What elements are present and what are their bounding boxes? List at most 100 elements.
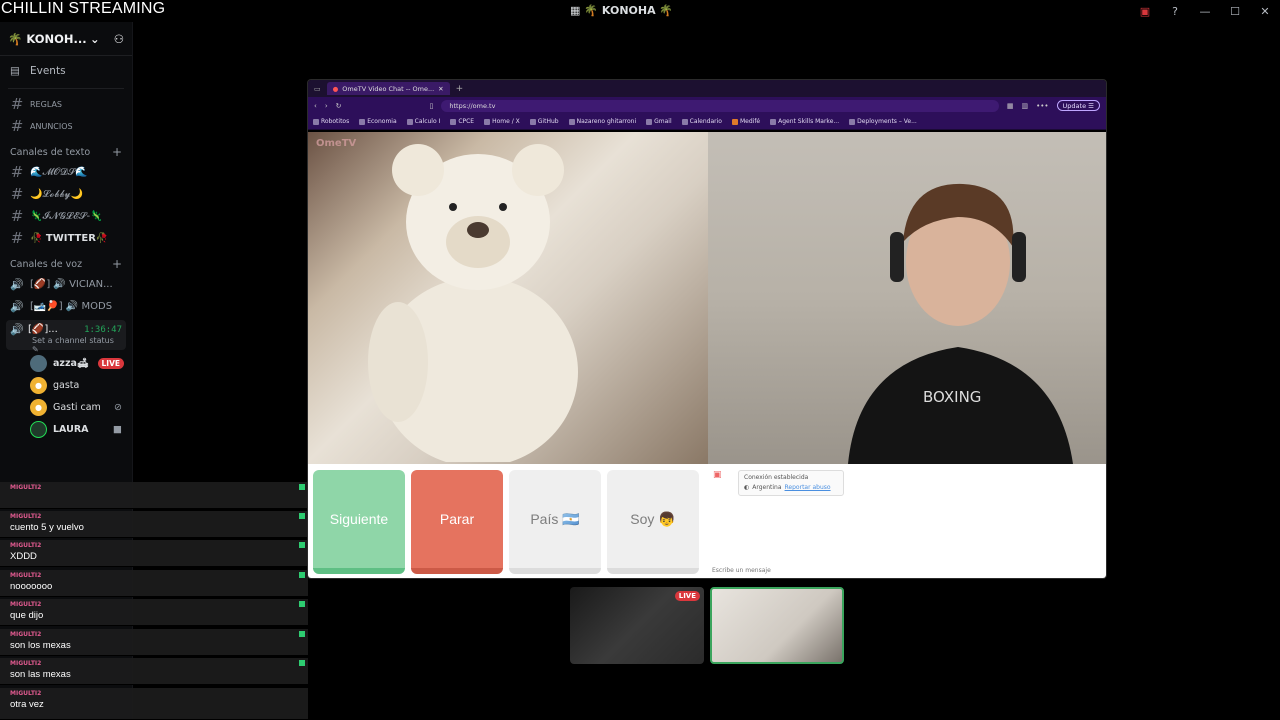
- channel-lobby[interactable]: # 🌙𝓛𝓸𝓫𝓫𝔂🌙: [0, 183, 132, 205]
- bookmark-item[interactable]: Gmail: [646, 118, 672, 125]
- bookmark-item[interactable]: Nazareno ghitarroni: [568, 118, 636, 125]
- bookmark-item[interactable]: Medifé: [731, 118, 760, 125]
- tab-search-icon[interactable]: ▭: [314, 85, 321, 93]
- bookmark-item[interactable]: CPCE: [450, 118, 474, 125]
- new-tab-icon[interactable]: +: [456, 84, 464, 94]
- teddy-bear-image: [368, 144, 578, 462]
- camera-thumbnail[interactable]: [710, 587, 844, 664]
- bookmark-item[interactable]: Economia: [359, 118, 397, 125]
- add-member-icon[interactable]: ⚇: [114, 32, 124, 46]
- channel-twitter[interactable]: # 🥀 TWITTER🥀: [0, 227, 132, 249]
- chat-message: MIGULTI2 cuento 5 y vuelvo: [0, 511, 308, 538]
- bookmark-item[interactable]: Agent Skills Marke...: [770, 118, 839, 125]
- chat-mark-icon: [299, 572, 305, 578]
- channel-mods[interactable]: # 🌊𝓜𝓞𝓓𝓢🌊: [0, 161, 132, 183]
- voice-user[interactable]: LAURA ■: [0, 418, 132, 440]
- chat-username: MIGULTI2: [10, 542, 42, 549]
- gender-label: Soy 👦: [630, 510, 676, 527]
- chat-text: cuento 5 y vuelvo: [10, 522, 84, 533]
- voice-user[interactable]: ● gasta: [0, 374, 132, 396]
- country-button[interactable]: País 🇦🇷: [509, 470, 601, 574]
- url-input[interactable]: https://ome.tv: [441, 99, 999, 112]
- channel-anuncios[interactable]: # ANUNCIOS: [0, 115, 132, 137]
- vercel-icon: [849, 118, 856, 125]
- avatar: [30, 420, 47, 438]
- events-item[interactable]: ▤ Events: [0, 56, 132, 86]
- voice-user[interactable]: azza🛋 LIVE: [0, 352, 132, 374]
- sidebar-icon[interactable]: ▥: [1022, 102, 1029, 110]
- forward-icon[interactable]: ›: [325, 102, 328, 110]
- report-abuse-link[interactable]: Reportar abuso: [785, 484, 831, 491]
- calendar-icon: [681, 118, 688, 125]
- next-button[interactable]: Siguiente: [313, 470, 405, 574]
- connection-status: Conexión establecida: [744, 474, 809, 481]
- voice-category[interactable]: Canales de voz +: [0, 255, 132, 273]
- server-header[interactable]: 🌴 KONOH... ⌄ ⚇: [0, 22, 132, 56]
- tab-ometv[interactable]: ● OmeTV Video Chat -- Ome... ✕: [326, 82, 450, 95]
- person-image: BOXING: [848, 183, 1073, 464]
- chat-username: MIGULTI2: [10, 660, 42, 667]
- help-icon[interactable]: ?: [1160, 0, 1190, 22]
- plus-icon[interactable]: +: [112, 257, 122, 271]
- update-button[interactable]: Update ☰: [1056, 100, 1100, 111]
- speaker-icon: 🔊: [10, 277, 24, 291]
- gmail-icon: [646, 118, 653, 125]
- menu-dots-icon[interactable]: •••: [1036, 102, 1048, 110]
- message-input[interactable]: [712, 564, 1100, 576]
- speaker-active-icon: 🔊: [10, 323, 24, 336]
- channel-ingles[interactable]: # 🦎𝓘𝓝𝓖𝓛𝓔𝓢-🦎: [0, 205, 132, 227]
- bookmark-item[interactable]: GitHub: [529, 118, 559, 125]
- x-icon: [484, 118, 491, 125]
- close-button[interactable]: ✕: [1250, 0, 1280, 22]
- chevron-down-icon[interactable]: ⌄: [90, 32, 100, 46]
- next-label: Siguiente: [329, 511, 389, 527]
- active-voice-channel[interactable]: 🔊 [🏈]... 1:36:47 Set a channel status ✎: [6, 320, 126, 354]
- chat-username: MIGULTI2: [10, 631, 42, 638]
- maximize-button[interactable]: ☐: [1220, 0, 1250, 22]
- text-category[interactable]: Canales de texto +: [0, 143, 132, 161]
- back-icon[interactable]: ‹: [314, 102, 317, 110]
- voice-user[interactable]: ● Gasti cam ⊘: [0, 396, 132, 418]
- tab-strip: ▭ ● OmeTV Video Chat -- Ome... ✕ +: [308, 80, 1106, 97]
- voice-user-name: azza🛋: [53, 357, 89, 369]
- chat-mark-icon: [299, 660, 305, 666]
- stranger-video: OmeTV: [308, 132, 708, 464]
- hash-icon: #: [10, 229, 24, 247]
- speaker-icon: 🔊: [10, 299, 24, 313]
- chat-message: MIGULTI2 son las mexas: [0, 658, 308, 685]
- bookmark-item[interactable]: Home / X: [484, 118, 520, 125]
- channel-reglas[interactable]: # REGLAS: [0, 93, 132, 115]
- chat-username: MIGULTI2: [10, 690, 42, 697]
- channel-label: 🌊𝓜𝓞𝓓𝓢🌊: [30, 166, 88, 178]
- chat-mark-icon: [299, 484, 305, 490]
- stop-label: Parar: [439, 511, 475, 527]
- github-icon: [529, 118, 536, 125]
- stream-thumbnail[interactable]: LIVE: [570, 587, 704, 664]
- voice-channel-mods[interactable]: 🔊 [🎿🏓] 🔊 MODS: [0, 295, 132, 317]
- close-tab-icon[interactable]: ✕: [438, 85, 443, 93]
- bookmark-item[interactable]: Robotitos: [313, 118, 349, 125]
- reload-icon[interactable]: ↻: [336, 102, 342, 110]
- bookmark-item[interactable]: Calculo I: [406, 118, 440, 125]
- inbox-icon[interactable]: ▣: [1130, 0, 1160, 22]
- stream-title: CHILLIN STREAMING: [1, 0, 166, 17]
- title-bar: CHILLIN STREAMING ▦ 🌴 KONOHA 🌴 ▣ ? — ☐ ✕: [0, 0, 1280, 22]
- chat-text: son los mexas: [10, 640, 71, 651]
- stop-button[interactable]: Parar: [411, 470, 503, 574]
- minimize-button[interactable]: —: [1190, 0, 1220, 22]
- extension-icon[interactable]: ▦: [1007, 102, 1014, 110]
- hash-icon: #: [10, 95, 24, 113]
- plus-icon[interactable]: +: [112, 145, 122, 159]
- hash-icon: #: [10, 185, 24, 203]
- bookmark-page-icon[interactable]: ▯: [430, 102, 434, 110]
- gender-button[interactable]: Soy 👦: [607, 470, 699, 574]
- live-badge: LIVE: [674, 591, 700, 601]
- bookmark-item[interactable]: Calendario: [681, 118, 722, 125]
- bookmark-item[interactable]: Deployments – Ve...: [849, 118, 917, 125]
- divider: [8, 88, 124, 89]
- voice-channel-vician[interactable]: 🔊 [🏈] 🔊 VICIAN...: [0, 273, 132, 295]
- voice-user-name: gasta: [53, 379, 80, 391]
- chat-text: XDDD: [10, 551, 37, 562]
- tab-title: OmeTV Video Chat -- Ome...: [342, 84, 435, 93]
- link-icon: [568, 118, 575, 125]
